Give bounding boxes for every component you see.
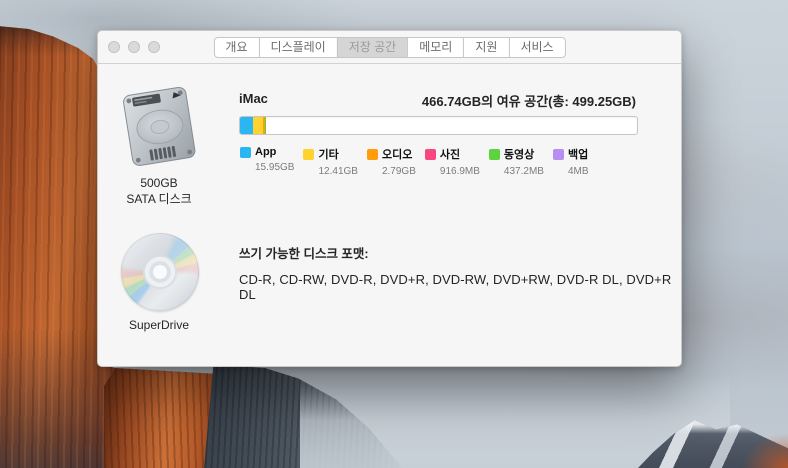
tab-bar: 개요디스플레이저장 공간메모리지원서비스	[213, 37, 565, 58]
tab-item[interactable]: 개요	[214, 38, 258, 57]
legend-item: 백업 4MB	[553, 146, 589, 177]
hard-drive-size: 500GB	[98, 175, 220, 191]
legend-swatch	[303, 149, 314, 160]
zoom-button[interactable]	[148, 41, 160, 53]
legend-label: 오디오	[382, 146, 412, 162]
tab-item[interactable]: 서비스	[508, 38, 564, 57]
legend-swatch	[367, 149, 378, 160]
legend-label: 백업	[568, 146, 588, 162]
legend-label: 사진	[440, 146, 460, 162]
titlebar[interactable]: 개요디스플레이저장 공간메모리지원서비스	[98, 31, 681, 64]
writable-formats-list: CD-R, CD-RW, DVD-R, DVD+R, DVD-RW, DVD+R…	[239, 272, 681, 302]
hard-drive-type: SATA 디스크	[98, 191, 220, 207]
legend-swatch	[425, 149, 436, 160]
legend-label: App	[255, 146, 276, 158]
legend-label: 기타	[318, 146, 338, 162]
optical-drive-name: SuperDrive	[98, 318, 220, 332]
cd-hub	[143, 255, 177, 289]
storage-legend: App 15.95GB 기타 12.41GB 오디오 2.79GB 사진 916.9MB 동영상…	[240, 146, 589, 177]
volume-title: iMac	[239, 91, 268, 110]
legend-label: 동영상	[504, 146, 534, 162]
cd-disc	[121, 233, 199, 311]
legend-swatch	[240, 147, 251, 158]
minimize-button[interactable]	[128, 41, 140, 53]
legend-swatch	[553, 149, 564, 160]
traffic-lights	[108, 41, 160, 53]
close-button[interactable]	[108, 41, 120, 53]
legend-value: 437.2MB	[504, 166, 544, 177]
legend-value: 4MB	[568, 166, 589, 177]
writable-formats-label: 쓰기 가능한 디스크 포맷:	[239, 243, 369, 262]
legend-item: 오디오 2.79GB	[367, 146, 416, 177]
legend-item: 기타 12.41GB	[303, 146, 357, 177]
hard-drive-icon	[119, 85, 199, 171]
storage-bar-segment	[253, 117, 263, 134]
storage-bar	[239, 116, 638, 135]
legend-item: 동영상 437.2MB	[489, 146, 544, 177]
legend-value: 2.79GB	[382, 166, 416, 177]
hard-drive-name: 500GB SATA 디스크	[98, 175, 220, 207]
legend-value: 12.41GB	[318, 166, 357, 177]
about-this-mac-window: 개요디스플레이저장 공간메모리지원서비스	[97, 30, 682, 367]
free-space-text: 466.74GB의 여유 공간(총: 499.25GB)	[422, 91, 636, 110]
wallpaper-sunlit-corner	[742, 434, 788, 468]
legend-item: App 15.95GB	[240, 146, 294, 177]
legend-value: 15.95GB	[255, 162, 294, 173]
legend-swatch	[489, 149, 500, 160]
cd-icon	[121, 233, 199, 311]
storage-bar-segment	[240, 117, 253, 134]
legend-value: 916.9MB	[440, 166, 480, 177]
tab-item[interactable]: 디스플레이	[259, 38, 337, 57]
tab-item[interactable]: 저장 공간	[337, 38, 408, 57]
tab-item[interactable]: 메모리	[407, 38, 463, 57]
tab-item[interactable]: 지원	[463, 38, 508, 57]
legend-item: 사진 916.9MB	[425, 146, 480, 177]
wallpaper-cliff-pillar	[104, 368, 220, 468]
